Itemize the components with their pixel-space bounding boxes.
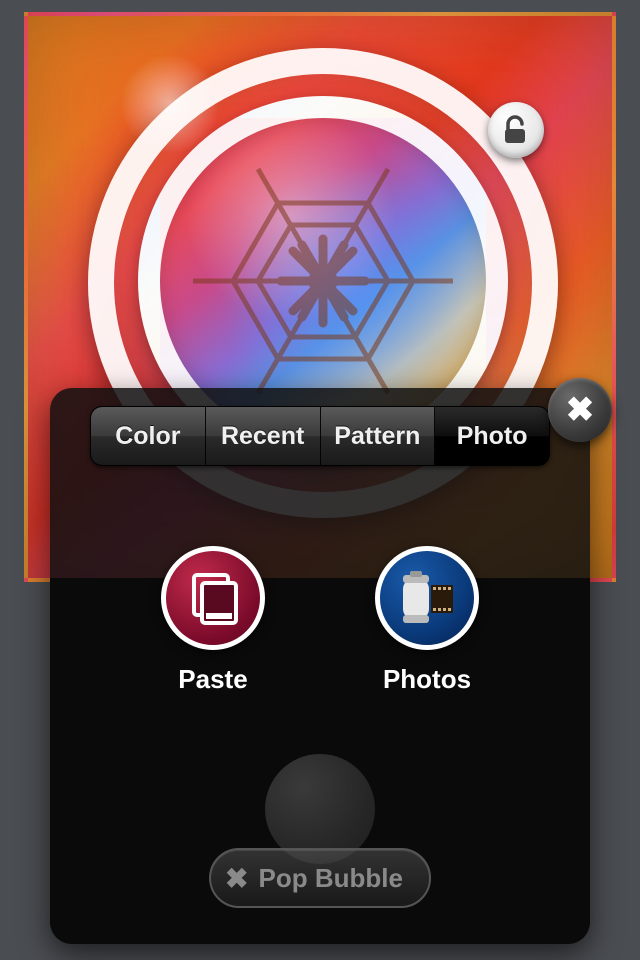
- pop-bubble-button[interactable]: ✖ Pop Bubble: [209, 848, 431, 908]
- snowflake-artwork: [173, 131, 473, 431]
- tab-color[interactable]: Color: [91, 407, 206, 465]
- fill-panel: Color Recent Pattern Photo ✖ Paste: [50, 388, 590, 944]
- tab-pattern[interactable]: Pattern: [321, 407, 436, 465]
- pop-bubble-label: Pop Bubble: [259, 863, 403, 894]
- tab-label: Pattern: [334, 422, 420, 451]
- close-icon: ✖: [566, 393, 595, 427]
- close-panel-button[interactable]: ✖: [548, 378, 612, 442]
- paste-icon: [184, 569, 242, 627]
- photo-source-options: Paste Photos: [50, 546, 590, 695]
- tab-photo[interactable]: Photo: [435, 407, 549, 465]
- tab-recent[interactable]: Recent: [206, 407, 321, 465]
- paste-icon-circle: [161, 546, 265, 650]
- photos-option[interactable]: Photos: [375, 546, 479, 695]
- tab-label: Color: [115, 422, 180, 451]
- unlock-icon: [502, 115, 530, 145]
- paste-label: Paste: [178, 664, 247, 695]
- paste-option[interactable]: Paste: [161, 546, 265, 695]
- lock-toggle[interactable]: [488, 102, 544, 158]
- photos-label: Photos: [383, 664, 471, 695]
- film-roll-icon: [395, 569, 459, 627]
- tab-label: Recent: [221, 422, 304, 451]
- fill-mode-segmented: Color Recent Pattern Photo: [90, 406, 550, 466]
- tab-label: Photo: [457, 422, 528, 451]
- close-icon: ✖: [225, 862, 248, 895]
- photos-icon-circle: [375, 546, 479, 650]
